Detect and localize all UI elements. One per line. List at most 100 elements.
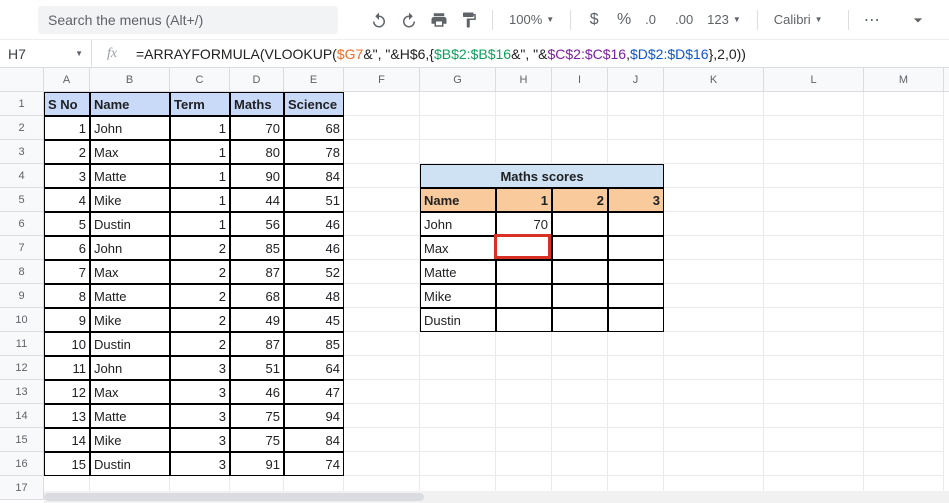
cell[interactable]	[608, 332, 664, 356]
table-row[interactable]: 2	[170, 284, 230, 308]
col-header-F[interactable]: F	[344, 68, 420, 91]
lookup-row[interactable]	[608, 236, 664, 260]
cell[interactable]	[764, 236, 864, 260]
table-row[interactable]: 14	[44, 428, 90, 452]
cell[interactable]	[552, 404, 608, 428]
table-row[interactable]: 3	[170, 380, 230, 404]
zoom-dropdown[interactable]: 100%	[503, 12, 560, 27]
cell[interactable]	[608, 452, 664, 476]
cell[interactable]	[344, 92, 420, 116]
cell[interactable]	[864, 380, 944, 404]
cell[interactable]	[496, 92, 552, 116]
cell[interactable]	[664, 260, 764, 284]
cell[interactable]	[344, 260, 420, 284]
col-header-J[interactable]: J	[608, 68, 664, 91]
col-header-A[interactable]: A	[44, 68, 90, 91]
row-header-4[interactable]: 4	[0, 164, 43, 188]
cell[interactable]	[664, 236, 764, 260]
header-term[interactable]: Term	[170, 92, 230, 116]
lookup-row[interactable]	[496, 284, 552, 308]
table-row[interactable]: John	[90, 356, 170, 380]
table-row[interactable]: 47	[284, 380, 344, 404]
table-row[interactable]: 2	[170, 332, 230, 356]
cell[interactable]	[420, 356, 496, 380]
cell[interactable]	[420, 428, 496, 452]
redo-button[interactable]	[396, 7, 422, 33]
lookup-row[interactable]: Matte	[420, 260, 496, 284]
table-row[interactable]: Mike	[90, 308, 170, 332]
table-row[interactable]: 3	[170, 404, 230, 428]
cell[interactable]	[764, 308, 864, 332]
cell[interactable]	[608, 140, 664, 164]
table-row[interactable]: 90	[230, 164, 284, 188]
lookup-row[interactable]	[496, 260, 552, 284]
cell[interactable]	[864, 332, 944, 356]
table-row[interactable]: Mike	[90, 428, 170, 452]
lookup-row[interactable]	[552, 260, 608, 284]
table-row[interactable]: 94	[284, 404, 344, 428]
cell[interactable]	[664, 92, 764, 116]
cell[interactable]	[344, 428, 420, 452]
table-row[interactable]: 1	[170, 164, 230, 188]
cell[interactable]	[764, 92, 864, 116]
lookup-row[interactable]	[608, 212, 664, 236]
col-header-D[interactable]: D	[230, 68, 284, 91]
table-row[interactable]: 13	[44, 404, 90, 428]
table-row[interactable]: Max	[90, 380, 170, 404]
table-row[interactable]: 10	[44, 332, 90, 356]
row-header-3[interactable]: 3	[0, 140, 43, 164]
cell[interactable]	[552, 380, 608, 404]
cell[interactable]	[764, 452, 864, 476]
table-row[interactable]: 3	[170, 428, 230, 452]
col-header-H[interactable]: H	[496, 68, 552, 91]
row-header-13[interactable]: 13	[0, 380, 43, 404]
cell[interactable]	[864, 188, 944, 212]
row-header-9[interactable]: 9	[0, 284, 43, 308]
menu-search[interactable]: Search the menus (Alt+/)	[38, 6, 338, 34]
lookup-row[interactable]: 70	[496, 212, 552, 236]
spreadsheet-grid[interactable]: ABCDEFGHIJKLM 1234567891011121314151617 …	[0, 68, 949, 503]
cell[interactable]	[664, 164, 764, 188]
print-button[interactable]	[426, 7, 452, 33]
horizontal-scrollbar[interactable]	[44, 491, 949, 503]
lookup-row[interactable]	[496, 236, 552, 260]
table-row[interactable]: 1	[170, 212, 230, 236]
cell[interactable]	[420, 92, 496, 116]
cell[interactable]	[344, 212, 420, 236]
cell[interactable]	[496, 140, 552, 164]
table-row[interactable]: 68	[284, 116, 344, 140]
table-row[interactable]: 64	[284, 356, 344, 380]
formula-input[interactable]: =ARRAYFORMULA(VLOOKUP($G7&", "&H$6,{$B$2…	[132, 46, 746, 62]
col-header-L[interactable]: L	[764, 68, 864, 91]
lookup-row[interactable]	[608, 308, 664, 332]
cell[interactable]	[864, 92, 944, 116]
table-row[interactable]: 8	[44, 284, 90, 308]
table-row[interactable]: 5	[44, 212, 90, 236]
table-row[interactable]: John	[90, 116, 170, 140]
row-header-14[interactable]: 14	[0, 404, 43, 428]
cell[interactable]	[496, 452, 552, 476]
table-row[interactable]: 68	[230, 284, 284, 308]
lookup-row[interactable]: Max	[420, 236, 496, 260]
table-row[interactable]: Dustin	[90, 452, 170, 476]
lookup-row[interactable]	[552, 284, 608, 308]
cell[interactable]	[764, 428, 864, 452]
table-row[interactable]: 78	[284, 140, 344, 164]
lookup-title[interactable]: Maths scores	[420, 164, 664, 188]
undo-button[interactable]	[366, 7, 392, 33]
col-header-B[interactable]: B	[90, 68, 170, 91]
cell[interactable]	[864, 212, 944, 236]
row-header-5[interactable]: 5	[0, 188, 43, 212]
percent-button[interactable]: %	[611, 7, 637, 33]
cell[interactable]	[864, 404, 944, 428]
col-header-M[interactable]: M	[864, 68, 944, 91]
cell[interactable]	[664, 308, 764, 332]
table-row[interactable]: 2	[44, 140, 90, 164]
cell[interactable]	[764, 188, 864, 212]
cell[interactable]	[764, 116, 864, 140]
lookup-row[interactable]: John	[420, 212, 496, 236]
table-row[interactable]: 51	[284, 188, 344, 212]
table-row[interactable]: 2	[170, 236, 230, 260]
lookup-row[interactable]: Dustin	[420, 308, 496, 332]
header-sno[interactable]: S No	[44, 92, 90, 116]
